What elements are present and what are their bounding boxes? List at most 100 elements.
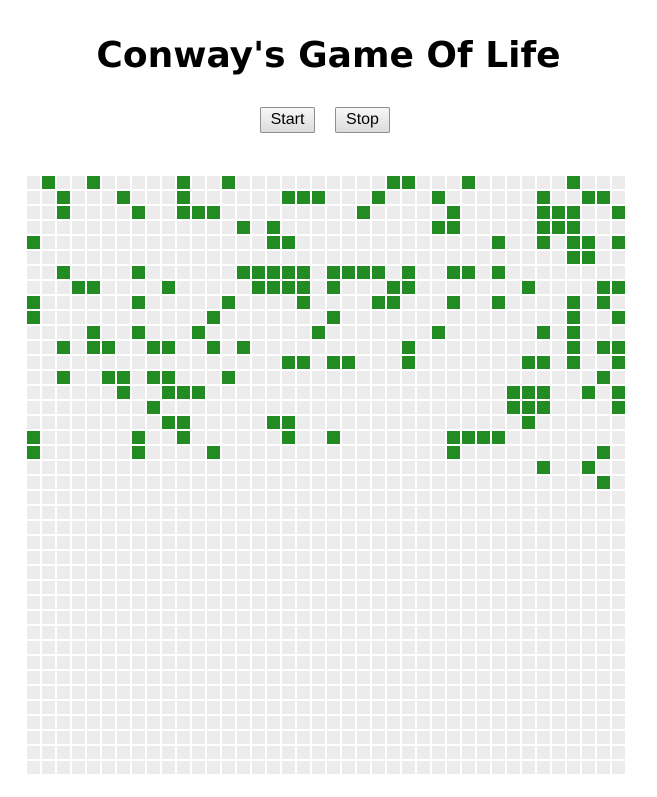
grid-cell[interactable] — [581, 445, 596, 460]
grid-cell[interactable] — [26, 685, 41, 700]
grid-cell[interactable] — [401, 340, 416, 355]
grid-cell[interactable] — [506, 325, 521, 340]
grid-cell[interactable] — [146, 550, 161, 565]
grid-cell[interactable] — [191, 625, 206, 640]
grid-cell[interactable] — [566, 445, 581, 460]
grid-cell[interactable] — [356, 625, 371, 640]
grid-cell[interactable] — [251, 205, 266, 220]
grid-cell[interactable] — [71, 340, 86, 355]
grid-cell[interactable] — [356, 505, 371, 520]
grid-cell[interactable] — [206, 265, 221, 280]
grid-cell[interactable] — [146, 415, 161, 430]
grid-cell[interactable] — [221, 745, 236, 760]
grid-cell[interactable] — [596, 520, 611, 535]
grid-cell[interactable] — [431, 310, 446, 325]
grid-cell[interactable] — [566, 220, 581, 235]
grid-cell[interactable] — [56, 355, 71, 370]
grid-cell[interactable] — [446, 265, 461, 280]
grid-cell[interactable] — [416, 655, 431, 670]
grid-cell[interactable] — [566, 400, 581, 415]
grid-cell[interactable] — [281, 715, 296, 730]
grid-cell[interactable] — [611, 640, 626, 655]
grid-cell[interactable] — [371, 520, 386, 535]
grid-cell[interactable] — [266, 460, 281, 475]
grid-cell[interactable] — [311, 430, 326, 445]
grid-cell[interactable] — [221, 520, 236, 535]
grid-cell[interactable] — [131, 265, 146, 280]
grid-cell[interactable] — [101, 190, 116, 205]
grid-cell[interactable] — [26, 715, 41, 730]
grid-cell[interactable] — [581, 220, 596, 235]
grid-cell[interactable] — [146, 760, 161, 775]
grid-cell[interactable] — [506, 190, 521, 205]
grid-cell[interactable] — [281, 610, 296, 625]
grid-cell[interactable] — [101, 355, 116, 370]
grid-cell[interactable] — [161, 655, 176, 670]
grid-cell[interactable] — [71, 475, 86, 490]
grid-cell[interactable] — [71, 715, 86, 730]
grid-cell[interactable] — [191, 415, 206, 430]
grid-cell[interactable] — [71, 745, 86, 760]
grid-cell[interactable] — [296, 685, 311, 700]
grid-cell[interactable] — [26, 415, 41, 430]
grid-cell[interactable] — [401, 460, 416, 475]
grid-cell[interactable] — [191, 550, 206, 565]
grid-cell[interactable] — [251, 730, 266, 745]
grid-cell[interactable] — [581, 370, 596, 385]
grid-cell[interactable] — [86, 745, 101, 760]
grid-cell[interactable] — [131, 385, 146, 400]
grid-cell[interactable] — [611, 250, 626, 265]
grid-cell[interactable] — [371, 760, 386, 775]
grid-cell[interactable] — [266, 400, 281, 415]
grid-cell[interactable] — [326, 745, 341, 760]
grid-cell[interactable] — [491, 625, 506, 640]
grid-cell[interactable] — [221, 355, 236, 370]
grid-cell[interactable] — [446, 610, 461, 625]
grid-cell[interactable] — [371, 670, 386, 685]
grid-cell[interactable] — [611, 550, 626, 565]
grid-cell[interactable] — [131, 355, 146, 370]
grid-cell[interactable] — [491, 550, 506, 565]
grid-cell[interactable] — [386, 340, 401, 355]
grid-cell[interactable] — [596, 550, 611, 565]
grid-cell[interactable] — [56, 730, 71, 745]
grid-cell[interactable] — [536, 670, 551, 685]
grid-cell[interactable] — [491, 760, 506, 775]
grid-cell[interactable] — [521, 550, 536, 565]
grid-cell[interactable] — [461, 505, 476, 520]
grid-cell[interactable] — [41, 475, 56, 490]
grid-cell[interactable] — [176, 325, 191, 340]
grid-cell[interactable] — [416, 760, 431, 775]
grid-cell[interactable] — [581, 430, 596, 445]
grid-cell[interactable] — [101, 700, 116, 715]
grid-cell[interactable] — [416, 625, 431, 640]
grid-cell[interactable] — [536, 250, 551, 265]
grid-cell[interactable] — [131, 490, 146, 505]
grid-cell[interactable] — [176, 385, 191, 400]
grid-cell[interactable] — [101, 595, 116, 610]
grid-cell[interactable] — [476, 760, 491, 775]
grid-cell[interactable] — [206, 400, 221, 415]
grid-cell[interactable] — [506, 640, 521, 655]
grid-cell[interactable] — [611, 355, 626, 370]
grid-cell[interactable] — [431, 355, 446, 370]
grid-cell[interactable] — [401, 370, 416, 385]
grid-cell[interactable] — [371, 445, 386, 460]
grid-cell[interactable] — [536, 760, 551, 775]
grid-cell[interactable] — [26, 280, 41, 295]
grid-cell[interactable] — [371, 415, 386, 430]
grid-cell[interactable] — [356, 565, 371, 580]
grid-cell[interactable] — [581, 535, 596, 550]
grid-cell[interactable] — [431, 340, 446, 355]
grid-cell[interactable] — [86, 730, 101, 745]
grid-cell[interactable] — [581, 670, 596, 685]
grid-cell[interactable] — [311, 415, 326, 430]
grid-cell[interactable] — [281, 520, 296, 535]
grid-cell[interactable] — [191, 385, 206, 400]
grid-cell[interactable] — [236, 625, 251, 640]
grid-cell[interactable] — [356, 550, 371, 565]
grid-cell[interactable] — [281, 250, 296, 265]
grid-cell[interactable] — [491, 700, 506, 715]
grid-cell[interactable] — [416, 280, 431, 295]
grid-cell[interactable] — [386, 535, 401, 550]
